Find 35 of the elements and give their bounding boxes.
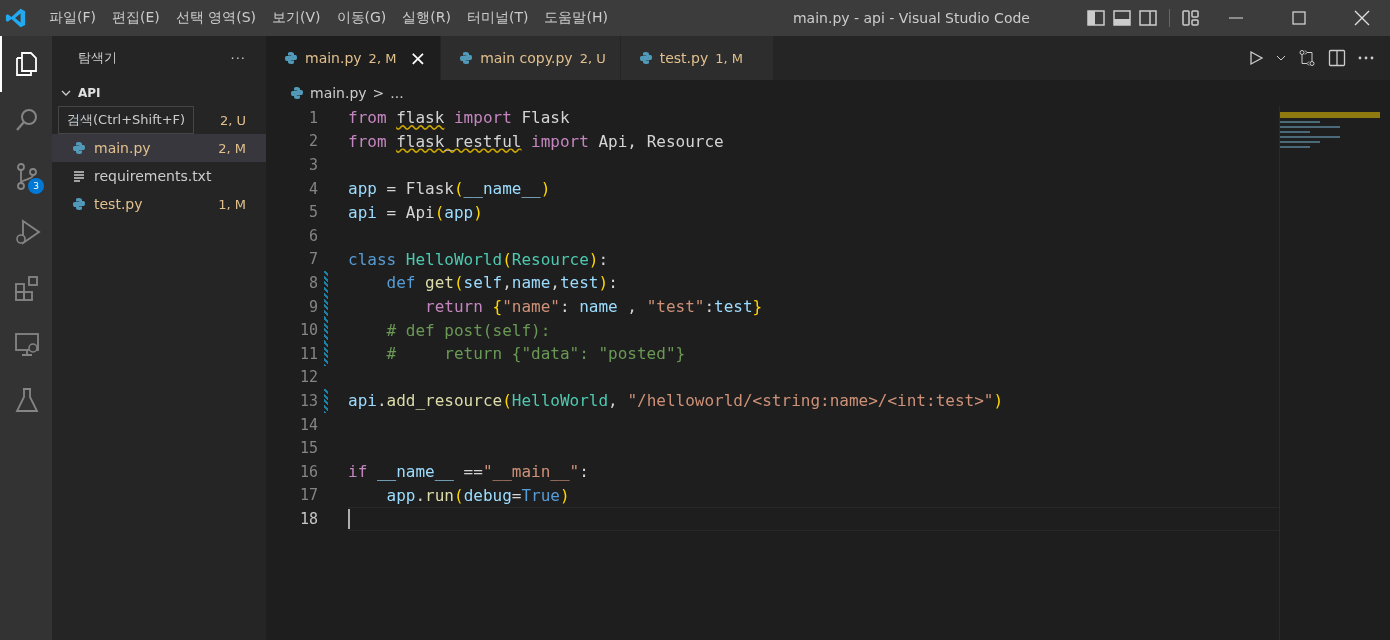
line-number: 9 (307, 297, 318, 316)
line-number: 1 (307, 108, 318, 127)
code-line: # return {"data": "posted"} (385, 343, 687, 366)
line-number: 3 (307, 156, 318, 174)
line-number: 12 (298, 368, 318, 387)
line-number: 7 (307, 250, 318, 269)
tooltip: 검색(Ctrl+Shift+F) (58, 106, 195, 134)
code-line: class HelloWorld(Resource): (348, 248, 610, 271)
code-line: return {"name": name , "test":test} (424, 296, 764, 319)
code-line: if __name__ =="__main__": (348, 461, 590, 484)
code-line: # def post(self): (385, 319, 552, 342)
breadcrumb-separator: > (372, 85, 385, 101)
code-line: def get(self,name,test): (385, 272, 619, 295)
line-number: 2 (307, 132, 318, 151)
line-number: 5 (307, 203, 318, 222)
code-line: from flask_restful import Api, Resource (348, 130, 725, 153)
explorer-title: 탐색기 (78, 49, 117, 67)
line-number: 4 (307, 179, 318, 198)
code-line: api.add_resource(HelloWorld, "/helloworld/<string:name>/<int:test>") (348, 390, 1005, 413)
notification-badge: 3 (28, 178, 44, 194)
window-title: main.py - api - Visual Studio Code (791, 10, 1031, 26)
code-line: from flask import Flask (348, 107, 571, 130)
line-number: 18 (298, 509, 318, 528)
line-number: 14 (298, 415, 318, 434)
line-number: 10 (298, 321, 318, 340)
line-number: 16 (298, 462, 318, 481)
line-number: 17 (298, 486, 318, 505)
code-line: api = Api(app) (348, 201, 484, 224)
line-number: 8 (307, 273, 318, 292)
line-number: 11 (298, 344, 318, 363)
code-line: app.run(debug=True) (385, 484, 571, 507)
line-number: 15 (298, 439, 318, 458)
code-line: app = Flask(__name__) (348, 178, 552, 201)
line-number: 6 (307, 226, 318, 245)
line-number: 13 (298, 391, 318, 410)
